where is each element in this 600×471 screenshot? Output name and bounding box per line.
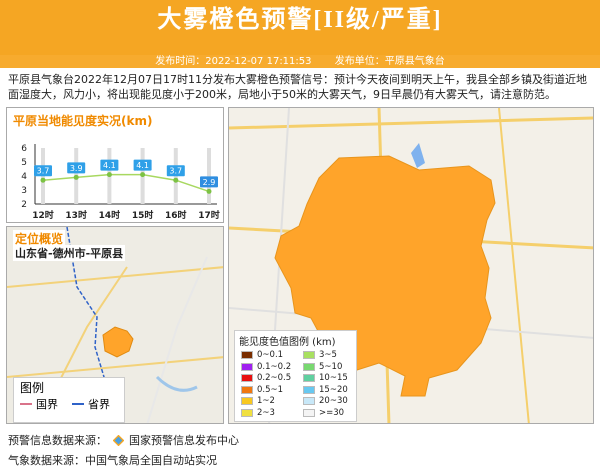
- color-legend-label: 5~10: [319, 361, 343, 372]
- data-point: [140, 172, 146, 178]
- location-path: 山东省-德州市-平原县: [13, 245, 126, 261]
- color-legend-item: 1~2: [241, 396, 303, 407]
- location-panel: 定位概览 山东省-德州市-平原县 图例 国界 省界: [6, 226, 224, 424]
- color-legend-label: 20~30: [319, 396, 348, 407]
- color-swatch: [241, 408, 253, 417]
- color-swatch: [241, 351, 253, 360]
- color-legend-label: >=30: [319, 407, 345, 418]
- warning-source-label: 预警信息数据来源：: [8, 434, 107, 447]
- data-label: 3.7: [37, 167, 50, 176]
- visibility-chart: 2 3 4 5 6 12时 13时 14时 15时 16时 17时 3.7 3.9 4.1 4.1 3.7 2…: [21, 144, 220, 221]
- data-label: 4.1: [136, 161, 149, 170]
- color-legend-label: 15~20: [319, 384, 348, 395]
- province-border-swatch: [72, 403, 84, 405]
- color-legend-label: 0~0.1: [257, 350, 284, 361]
- legend-label: 国界: [36, 398, 58, 411]
- warning-source-name: 国家预警信息发布中心: [129, 434, 239, 447]
- data-label: 2.9: [203, 178, 216, 187]
- warning-source: 预警信息数据来源： 国家预警信息发布中心: [8, 432, 239, 448]
- legend-item-national-border: 国界 省界: [20, 396, 124, 412]
- x-tick-label: 15时: [132, 209, 154, 221]
- publish-time: 发布时间：2022-12-07 17:11:53: [155, 56, 312, 67]
- y-tick-label: 5: [21, 158, 27, 168]
- color-legend-item: 5~10: [303, 362, 361, 373]
- y-tick-label: 4: [21, 172, 27, 182]
- color-legend-item: >=30: [303, 408, 361, 419]
- y-tick-label: 6: [21, 144, 27, 154]
- color-swatch: [303, 351, 315, 360]
- location-legend: 图例 国界 省界: [13, 377, 125, 423]
- data-label: 3.9: [70, 164, 83, 173]
- color-legend-item: 15~20: [303, 385, 361, 396]
- color-swatch: [303, 374, 315, 383]
- color-legend-item: 0.5~1: [241, 385, 303, 396]
- publish-unit: 发布单位：平原县气象台: [334, 56, 445, 67]
- color-legend-item: 20~30: [303, 396, 361, 407]
- visibility-color-legend: 能见度色值图例 (km) 0~0.1 3~5 0.1~0.2 5~10 0.2~0.5 1…: [234, 330, 357, 422]
- publish-info-bar: 发布时间：2022-12-07 17:11:53 发布单位：平原县气象台: [0, 55, 600, 68]
- color-legend-label: 0.5~1: [257, 384, 284, 395]
- warning-description: 平原县气象台2022年12月07日17时11分发布大雾橙色预警信号：预计今天夜间…: [8, 73, 587, 101]
- color-legend-item: 0.2~0.5: [241, 373, 303, 384]
- color-swatch: [241, 385, 253, 394]
- data-label: 3.7: [169, 167, 182, 176]
- color-swatch: [303, 385, 315, 394]
- data-point: [40, 177, 46, 183]
- x-tick-label: 13时: [65, 209, 87, 221]
- data-point: [106, 172, 112, 178]
- color-swatch: [241, 397, 253, 406]
- weather-source: 气象数据来源：中国气象局全国自动站实况: [8, 454, 217, 467]
- county-map-panel: 能见度色值图例 (km) 0~0.1 3~5 0.1~0.2 5~10 0.2~0.5 1…: [228, 107, 594, 424]
- color-legend-label: 0.1~0.2: [257, 361, 292, 372]
- x-tick-label: 14时: [99, 209, 121, 221]
- x-tick-label: 12时: [32, 209, 54, 221]
- color-swatch: [303, 408, 315, 417]
- y-tick-label: 2: [21, 200, 27, 210]
- color-legend-label: 3~5: [319, 350, 337, 361]
- color-swatch: [303, 362, 315, 371]
- color-legend-item: 0~0.1: [241, 350, 303, 361]
- color-legend-item: 3~5: [303, 350, 361, 361]
- color-legend-item: 10~15: [303, 373, 361, 384]
- visibility-line: [42, 173, 210, 193]
- legend-label: 省界: [88, 398, 110, 411]
- data-point: [73, 174, 79, 180]
- color-legend-label: 0.2~0.5: [257, 373, 292, 384]
- data-point: [206, 188, 212, 194]
- color-legend-label: 1~2: [257, 396, 275, 407]
- x-tick-label: 16时: [165, 209, 187, 221]
- color-legend-grid: 0~0.1 3~5 0.1~0.2 5~10 0.2~0.5 10~15 0.5~1 15~2…: [235, 350, 356, 418]
- color-legend-item: 0.1~0.2: [241, 362, 303, 373]
- warning-header: 大雾橙色预警[II级/严重]: [0, 0, 600, 55]
- color-swatch: [241, 374, 253, 383]
- color-legend-label: 10~15: [319, 373, 348, 384]
- color-legend-label: 2~3: [257, 407, 275, 418]
- data-label: 4.1: [103, 161, 116, 170]
- color-legend-title: 能见度色值图例 (km): [239, 337, 336, 348]
- warning-center-logo-icon: [112, 435, 124, 446]
- data-point: [173, 177, 179, 183]
- x-tick-label: 17时: [198, 209, 220, 221]
- color-legend-item: 2~3: [241, 408, 303, 419]
- visibility-panel: 平原当地能见度实况(km) 2 3 4 5 6 12时 13时 14时 15时 16时 17时 3.…: [6, 107, 224, 223]
- national-border-swatch: [20, 403, 32, 405]
- color-swatch: [303, 397, 315, 406]
- location-legend-title: 图例: [20, 381, 45, 395]
- y-tick-label: 3: [21, 186, 27, 196]
- warning-title: 大雾橙色预警[II级/严重]: [157, 7, 443, 33]
- color-swatch: [241, 362, 253, 371]
